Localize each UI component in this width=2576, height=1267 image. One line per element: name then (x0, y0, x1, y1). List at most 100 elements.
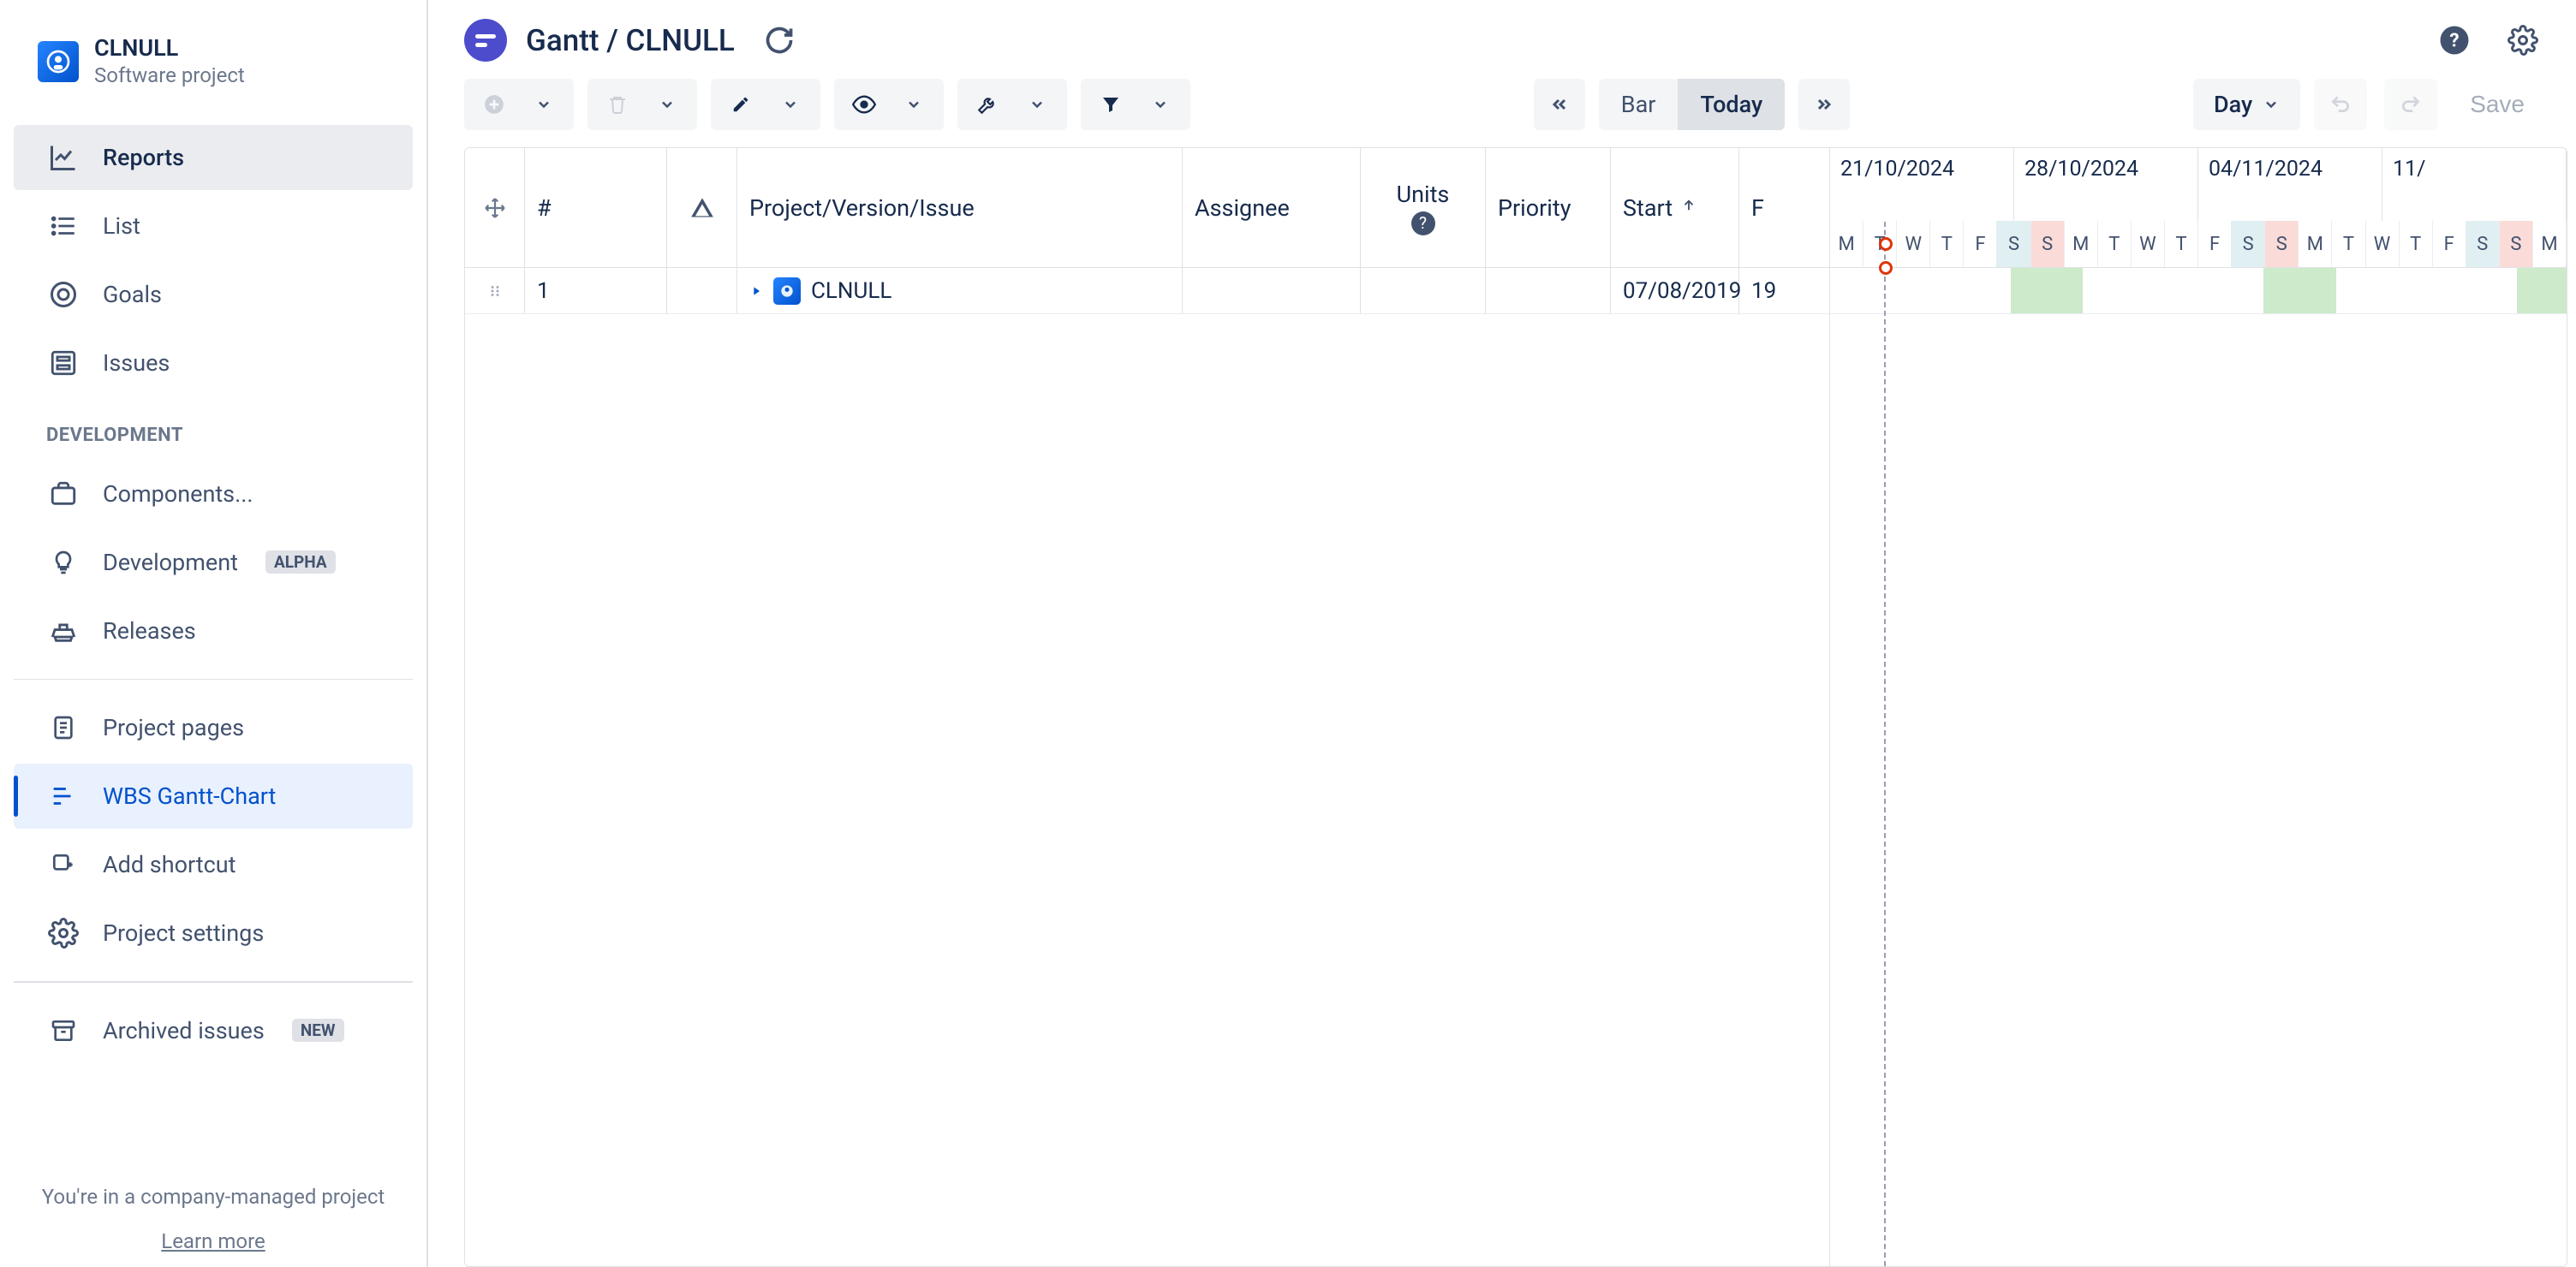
row-finish[interactable]: 19 (1739, 268, 1829, 313)
timeline[interactable]: 21/10/202428/10/202404/11/202411/ MTWTFS… (1830, 148, 2567, 1266)
filter-button[interactable] (1081, 79, 1132, 130)
row-number: 1 (525, 268, 667, 313)
timeline-day-cell: T (1930, 221, 1964, 267)
settings-button[interactable] (2506, 23, 2540, 57)
edit-dropdown[interactable] (769, 79, 820, 130)
view-dropdown[interactable] (892, 79, 944, 130)
main: Gantt / CLNULL ? (428, 0, 2576, 1267)
add-dropdown[interactable] (522, 79, 574, 130)
timeline-day-cell: T (2098, 221, 2132, 267)
col-units-label: Units (1397, 181, 1450, 208)
undo-button[interactable] (2314, 79, 2367, 130)
sidebar-item-project-settings[interactable]: Project settings (14, 901, 413, 966)
sidebar-item-label: Project settings (103, 919, 264, 947)
timeline-week-label: 04/11/2024 (2198, 148, 2382, 221)
scroll-right-button[interactable] (1798, 79, 1850, 130)
sidebar-item-label: List (103, 212, 140, 240)
new-badge: NEW (292, 1019, 344, 1042)
filter-dropdown[interactable] (1139, 79, 1190, 130)
archive-icon (46, 1014, 80, 1048)
row-units[interactable] (1361, 268, 1486, 313)
target-icon (46, 277, 80, 312)
gear-icon (46, 916, 80, 950)
bar-mode-button[interactable]: Bar (1599, 79, 1679, 130)
col-priority[interactable]: Priority (1486, 148, 1611, 267)
delete-button[interactable] (587, 79, 639, 130)
timeline-week-label: 21/10/2024 (1830, 148, 2014, 221)
timeline-day-cell: T (2332, 221, 2365, 267)
help-button[interactable]: ? (2437, 23, 2472, 57)
row-assignee[interactable] (1183, 268, 1361, 313)
expand-caret-icon[interactable] (749, 278, 763, 304)
app-logo-icon (464, 19, 507, 62)
timeline-day-cell: W (1897, 221, 1930, 267)
sidebar-item-issues[interactable]: Issues (14, 330, 413, 396)
sidebar-footer: You're in a company-managed project Lear… (14, 1159, 413, 1253)
list-icon (46, 209, 80, 243)
tools-button[interactable] (957, 79, 1009, 130)
timeline-day-cell: M (2533, 221, 2567, 267)
add-button[interactable] (464, 79, 516, 130)
project-subtitle: Software project (94, 63, 245, 87)
sidebar-item-wbs-gantt[interactable]: WBS Gantt-Chart (14, 764, 413, 829)
sidebar-item-add-shortcut[interactable]: Add shortcut (14, 832, 413, 897)
row-drag-handle[interactable] (465, 268, 525, 313)
view-button[interactable] (834, 79, 886, 130)
scroll-left-button[interactable] (1534, 79, 1585, 130)
breadcrumb: Gantt / CLNULL (526, 23, 735, 58)
timeline-day-cell: F (1964, 221, 1997, 267)
sidebar-item-components[interactable]: Components... (14, 461, 413, 526)
sidebar-item-archived[interactable]: Archived issues NEW (14, 998, 413, 1063)
learn-more-link[interactable]: Learn more (22, 1229, 404, 1253)
col-number[interactable]: # (525, 148, 667, 267)
col-project[interactable]: Project/Version/Issue (737, 148, 1183, 267)
add-button-group (464, 79, 574, 130)
timeline-body[interactable] (1830, 268, 2567, 1266)
refresh-button[interactable] (762, 23, 796, 57)
sidebar-item-reports[interactable]: Reports (14, 125, 413, 190)
issues-icon (46, 346, 80, 380)
sidebar-item-label: Goals (103, 281, 162, 308)
project-row-icon (773, 277, 801, 305)
delete-button-group (587, 79, 697, 130)
col-warning[interactable] (667, 148, 737, 267)
save-button[interactable]: Save (2454, 79, 2540, 130)
timeline-day-cell: S (2500, 221, 2533, 267)
edit-button[interactable] (711, 79, 762, 130)
col-units[interactable]: Units ? (1361, 148, 1486, 267)
sidebar-item-list[interactable]: List (14, 193, 413, 259)
tools-dropdown[interactable] (1016, 79, 1067, 130)
timeline-day-cell: S (1997, 221, 2030, 267)
divider (14, 679, 413, 681)
delete-dropdown[interactable] (646, 79, 697, 130)
row-name-cell[interactable]: CLNULL (737, 268, 1183, 313)
sidebar-item-label: Add shortcut (103, 851, 236, 878)
task-grid: # Project/Version/Issue Assignee Units ?… (465, 148, 1830, 1266)
units-help-icon[interactable]: ? (1411, 211, 1435, 235)
chart-line-icon (46, 140, 80, 175)
col-finish[interactable]: F (1739, 148, 1829, 267)
table-row[interactable]: 1 CLNULL (465, 268, 1829, 314)
project-header: CLNULL Software project (14, 31, 413, 104)
sidebar-item-goals[interactable]: Goals (14, 262, 413, 327)
sidebar-item-development[interactable]: Development ALPHA (14, 530, 413, 595)
timeline-row[interactable] (1830, 268, 2567, 314)
today-button[interactable]: Today (1678, 79, 1785, 130)
sidebar-item-label: Components... (103, 480, 253, 508)
sidebar-item-label: Issues (103, 349, 170, 377)
col-drag[interactable] (465, 148, 525, 267)
row-start[interactable]: 07/08/2019 (1611, 268, 1739, 313)
col-assignee[interactable]: Assignee (1183, 148, 1361, 267)
toolbar: Bar Today Day Save (464, 79, 2576, 130)
timeline-day-cell: M (2299, 221, 2332, 267)
today-indicator (1884, 268, 1886, 1266)
briefcase-icon (46, 477, 80, 511)
timeline-mode-segment: Bar Today (1599, 79, 1785, 130)
row-priority[interactable] (1486, 268, 1611, 313)
zoom-level-dropdown[interactable]: Day (2193, 79, 2300, 130)
col-start-label: Start (1623, 194, 1673, 222)
sidebar-item-project-pages[interactable]: Project pages (14, 695, 413, 760)
redo-button[interactable] (2384, 79, 2437, 130)
sidebar-item-releases[interactable]: Releases (14, 598, 413, 663)
col-start[interactable]: Start (1611, 148, 1739, 267)
